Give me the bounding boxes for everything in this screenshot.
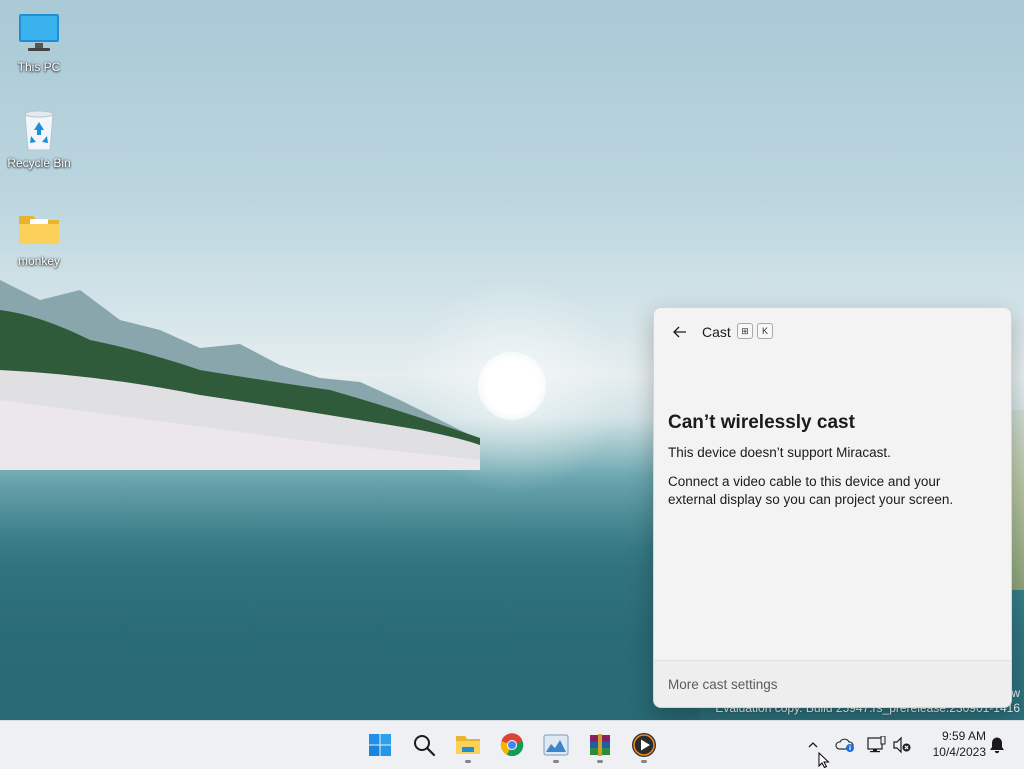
taskbar: 9:59 AM 10/4/2023 [0,720,1024,769]
k-key-badge: K [757,323,773,339]
cast-panel-header: Cast ⊞ K [654,320,1011,344]
start-icon [369,734,391,756]
sun [478,352,546,420]
network-button[interactable] [862,729,890,761]
desktop-icon-this-pc[interactable]: This PC [1,12,77,74]
start-button[interactable] [360,725,400,765]
desktop-icon-label: monkey [17,254,61,268]
photos-button[interactable] [536,725,576,765]
onedrive-button[interactable] [831,729,859,761]
cast-panel-title: Cast [702,324,731,340]
clock[interactable]: 9:59 AM 10/4/2023 [920,728,986,760]
cast-error-message: This device doesn’t support Miracast. [668,445,891,460]
watermark-fragment: w [1011,686,1020,700]
file-explorer-icon [456,736,480,754]
media-player-icon [632,733,656,757]
bell-icon [990,737,1004,754]
folder-icon [19,216,59,244]
running-indicator [597,760,603,763]
chrome-button[interactable] [492,725,532,765]
cast-error-heading: Can’t wirelessly cast [668,412,855,433]
desktop-icon-label: Recycle Bin [7,156,71,170]
desktop-icon-recycle-bin[interactable]: Recycle Bin [1,108,77,170]
search-icon [414,735,436,757]
cast-panel: Cast ⊞ K Can’t wirelessly cast This devi… [653,307,1012,708]
mouse-cursor-icon [818,752,830,768]
running-indicator [465,760,471,763]
chevron-up-icon [808,742,818,748]
more-cast-settings-link[interactable]: More cast settings [668,677,778,692]
clock-date: 10/4/2023 [932,745,986,759]
running-indicator [553,760,559,763]
monitor-icon [19,14,59,51]
clock-time: 9:59 AM [941,729,986,743]
windows-key-icon: ⊞ [737,323,753,339]
onedrive-icon [835,738,854,752]
arrow-left-icon [673,326,686,338]
running-indicator [641,760,647,763]
media-player-button[interactable] [624,725,664,765]
lake-reflection [0,470,700,720]
cast-panel-footer: More cast settings [654,660,1011,707]
volume-button[interactable] [888,729,916,761]
file-explorer-button[interactable] [448,725,488,765]
recycle-bin-icon [24,110,54,151]
winrar-icon [590,734,610,756]
desktop-icon-label: This PC [17,60,61,74]
volume-muted-icon [893,736,911,754]
network-icon [867,736,886,753]
photos-icon [543,734,569,756]
search-button[interactable] [404,725,444,765]
chrome-icon [500,733,524,757]
desktop-icon-monkey-folder[interactable]: monkey [1,206,77,268]
cast-instructions: Connect a video cable to this device and… [668,474,954,507]
winrar-button[interactable] [580,725,620,765]
back-button[interactable] [668,320,692,344]
mountain-landscape [0,280,480,470]
notifications-button[interactable] [983,729,1011,761]
